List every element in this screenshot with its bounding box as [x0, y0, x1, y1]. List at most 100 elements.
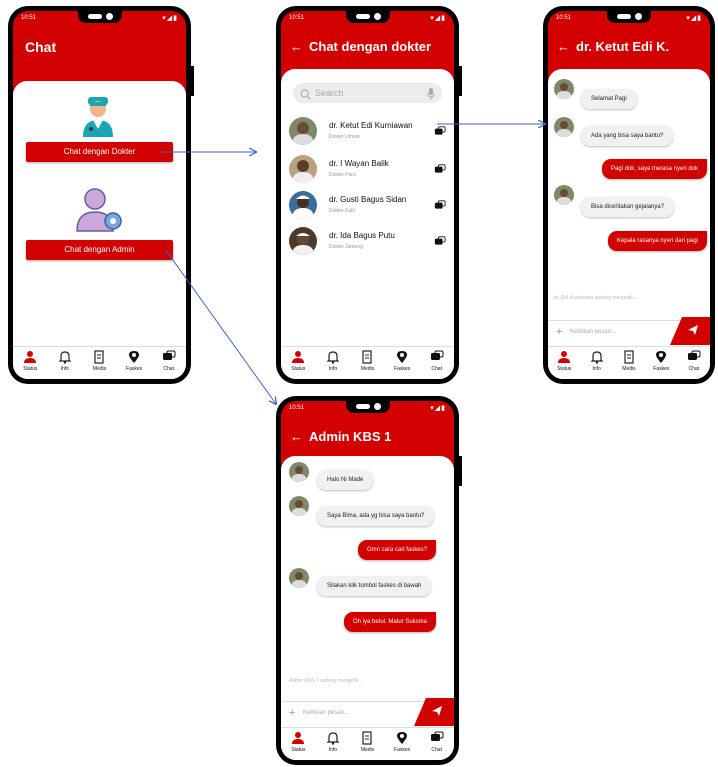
status-bar: 10:51 ▾◢▮ [13, 11, 186, 25]
phone-doctor-list: 10:51 ▾◢▮ ← Chat dengan dokter Search dr.… [276, 6, 462, 384]
message-bubble-left: Halo Ni Made [317, 470, 374, 490]
nav-info[interactable]: Info [318, 347, 348, 379]
page-header: ← Admin KBS 1 [290, 429, 391, 444]
search-placeholder: Search [315, 88, 344, 98]
microphone-icon[interactable] [427, 87, 435, 105]
message-bubble-right: Pagi dok, saya merasa nyeri dok [601, 159, 707, 179]
nav-status[interactable]: Status [283, 728, 313, 760]
avatar [289, 227, 317, 255]
nav-faskes[interactable]: Faskes [387, 347, 417, 379]
message-bubble-right: Kepala rasanya nyeri dari pagi [607, 231, 707, 251]
person-icon [15, 350, 45, 366]
nav-status[interactable]: Status [283, 347, 313, 379]
message-input[interactable]: Ketikkan pesan... [303, 710, 349, 716]
status-bar: 10:51 ▾◢▮ [281, 11, 454, 25]
bell-icon [318, 350, 348, 366]
signal-icon: ▾◢▮ [686, 15, 702, 22]
send-button[interactable] [670, 317, 710, 345]
admin-avatar [289, 496, 309, 516]
message-bubble-right: Gmn cara cari faskes? [357, 540, 436, 560]
nav-faskes[interactable]: Faskes [646, 347, 676, 379]
nav-medis[interactable]: Medis [84, 347, 114, 379]
message-bubble-left: Bisa diceritakan gejalanya? [581, 197, 675, 217]
chat-icon [154, 350, 184, 366]
plus-icon[interactable]: + [289, 707, 295, 719]
doctor-specialty: Dokter Paru [329, 172, 356, 178]
nav-status[interactable]: Status [549, 347, 579, 379]
nav-faskes[interactable]: Faskes [387, 728, 417, 760]
chat-icon[interactable] [434, 199, 446, 217]
chat-icon [422, 350, 452, 366]
nav-status[interactable]: Status [15, 347, 45, 379]
location-pin-icon [119, 350, 149, 366]
document-icon [84, 350, 114, 366]
location-pin-icon [387, 731, 417, 747]
message-input-bar: + Ketikkan pesan... [281, 698, 454, 726]
status-time: 10:51 [556, 15, 572, 21]
nav-chat[interactable]: Chat [154, 347, 184, 379]
nav-chat[interactable]: Chat [679, 347, 709, 379]
nav-medis[interactable]: Medis [352, 347, 382, 379]
doctor-item-2[interactable]: dr. I Wayan Balik Dokter Paru [289, 155, 446, 189]
chat-icon[interactable] [434, 125, 446, 143]
typing-indicator: dr. Edi Kurniawan sedang mengetik... [554, 295, 637, 301]
chat-area: Halo Ni Made Saya Bima, ada yg bisa saya… [281, 456, 454, 760]
document-icon [352, 731, 382, 747]
location-pin-icon [387, 350, 417, 366]
doctor-name: dr. Ida Bagus Putu [329, 231, 395, 240]
bell-icon [582, 350, 612, 366]
admin-avatar [289, 462, 309, 482]
nav-medis[interactable]: Medis [352, 728, 382, 760]
back-arrow-icon[interactable]: ← [290, 39, 303, 54]
status-time: 10:51 [289, 15, 305, 21]
phone-doctor-chat: 10:51 ▾◢▮ ← dr. Ketut Edi K. Selamat Pagi… [543, 6, 715, 384]
message-bubble-right: Oh iya betul. Matur Suksma [343, 612, 436, 632]
admin-avatar [289, 568, 309, 588]
person-icon [283, 731, 313, 747]
avatar [289, 191, 317, 219]
location-pin-icon [646, 350, 676, 366]
nav-info[interactable]: Info [50, 347, 80, 379]
chat-admin-button[interactable]: Chat dengan Admin [26, 240, 173, 260]
nav-info[interactable]: Info [582, 347, 612, 379]
chat-icon[interactable] [434, 163, 446, 181]
chat-doctor-button[interactable]: Chat dengan Dokter [26, 142, 173, 162]
chat-icon [422, 731, 452, 747]
send-button[interactable] [414, 698, 454, 726]
document-icon [352, 350, 382, 366]
doctor-specialty: Dokter Jantung [329, 244, 363, 250]
nav-faskes[interactable]: Faskes [119, 347, 149, 379]
page-title: Admin KBS 1 [309, 429, 392, 444]
plus-icon[interactable]: + [556, 326, 562, 338]
page-header: ← dr. Ketut Edi K. [557, 39, 669, 54]
status-time: 10:51 [21, 15, 37, 21]
nav-chat[interactable]: Chat [422, 728, 452, 760]
message-bubble-left: Ada yang bisa saya bantu? [581, 126, 674, 146]
back-arrow-icon[interactable]: ← [290, 429, 303, 444]
bell-icon [50, 350, 80, 366]
nav-medis[interactable]: Medis [614, 347, 644, 379]
message-bubble-left: Silakan klik tombol faskes di bawah [317, 576, 432, 596]
bottom-nav: Status Info Medis Faskes Chat [281, 346, 454, 379]
message-input[interactable]: Ketikkan pesan... [570, 329, 616, 335]
back-arrow-icon[interactable]: ← [557, 39, 570, 54]
bottom-nav: Status Info Medis Faskes Chat [13, 346, 186, 379]
doctor-item-4[interactable]: dr. Ida Bagus Putu Dokter Jantung [289, 227, 446, 261]
chat-icon[interactable] [434, 235, 446, 253]
nav-chat[interactable]: Chat [422, 347, 452, 379]
send-icon [432, 706, 442, 716]
typing-indicator: Admin KBS 1 sedang mengetik... [289, 678, 363, 684]
doctor-avatar [554, 185, 574, 205]
doctor-item-1[interactable]: dr. Ketut Edi Kurniawan Dokter Umum [289, 117, 446, 151]
bell-icon [318, 731, 348, 747]
doctor-name: dr. I Wayan Balik [329, 159, 389, 168]
status-time: 10:51 [289, 405, 305, 411]
search-input[interactable]: Search [293, 83, 442, 103]
chat-icon [679, 350, 709, 366]
nav-info[interactable]: Info [318, 728, 348, 760]
doctor-avatar [554, 79, 574, 99]
person-icon [549, 350, 579, 366]
phone-admin-chat: 10:51 ▾◢▮ ← Admin KBS 1 Halo Ni Made Saya… [276, 396, 462, 765]
doctor-item-3[interactable]: dr. Gusti Bagus Sidan Dokter Kulit [289, 191, 446, 225]
person-icon [283, 350, 313, 366]
